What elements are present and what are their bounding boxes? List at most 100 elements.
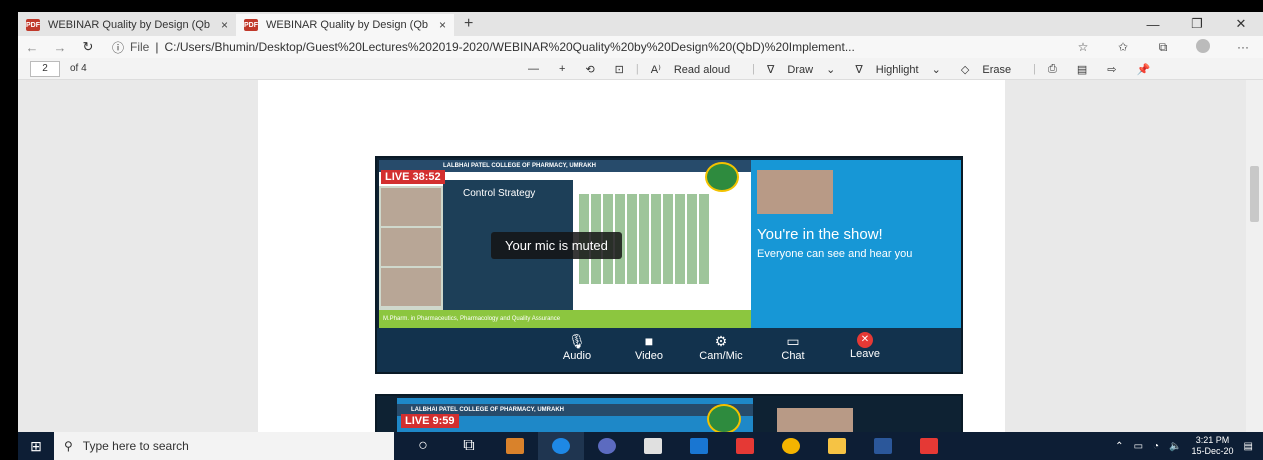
gear-icon: ⚙ bbox=[714, 333, 728, 349]
word-icon[interactable] bbox=[860, 432, 906, 460]
pin-icon[interactable]: 📌 bbox=[1126, 63, 1160, 76]
close-tab-button[interactable]: × bbox=[439, 18, 446, 32]
share-icon[interactable]: ⇨ bbox=[1097, 63, 1126, 76]
browser-window: PDF WEBINAR Quality by Design (Qb × PDF WEB… bbox=[18, 12, 1263, 432]
task-view-icon[interactable]: ⧉ bbox=[446, 432, 492, 460]
tab-title: WEBINAR Quality by Design (Qb bbox=[266, 19, 428, 31]
url-separator: | bbox=[155, 40, 159, 54]
scrollbar-thumb[interactable] bbox=[1250, 166, 1259, 222]
clock[interactable]: 3:21 PM 15-Dec-20 bbox=[1192, 435, 1234, 457]
meeting-screenshot-1: LALBHAI PATEL COLLEGE OF PHARMACY, UMRAK… bbox=[375, 156, 963, 374]
fit-page-icon[interactable]: ⊡ bbox=[605, 63, 634, 76]
draw-button[interactable]: ∇ Draw ⌄ bbox=[757, 63, 845, 76]
leave-button[interactable]: ✕ Leave bbox=[836, 328, 894, 372]
chat-label: Chat bbox=[781, 350, 805, 362]
acrobat-icon[interactable] bbox=[722, 432, 768, 460]
live-timer-2: LIVE 9:59 bbox=[401, 414, 459, 428]
minimize-button[interactable]: — bbox=[1131, 17, 1175, 32]
video-button[interactable]: ■ Video bbox=[620, 328, 678, 372]
pdf-reader-icon[interactable] bbox=[906, 432, 952, 460]
battery-icon[interactable]: ▭ bbox=[1134, 441, 1143, 452]
slide-title: Control Strategy bbox=[463, 188, 536, 199]
leave-icon: ✕ bbox=[857, 332, 873, 348]
mic-muted-toast: Your mic is muted bbox=[491, 232, 622, 259]
profile-icon[interactable] bbox=[1183, 38, 1223, 56]
chat-button[interactable]: ▭ Chat bbox=[764, 328, 822, 372]
show-title: You're in the show! bbox=[757, 226, 883, 243]
refresh-icon[interactable]: ↻ bbox=[74, 39, 102, 55]
notifications-icon[interactable]: ▤ bbox=[1244, 441, 1253, 452]
erase-button[interactable]: ◇ Erase bbox=[951, 63, 1031, 76]
favorite-star-icon[interactable]: ☆ bbox=[1063, 40, 1103, 54]
self-camera-2 bbox=[777, 408, 853, 432]
page-number-input[interactable]: 2 bbox=[30, 60, 60, 77]
vertical-scrollbar[interactable] bbox=[1246, 80, 1263, 432]
tab-1[interactable]: PDF WEBINAR Quality by Design (Qb × bbox=[18, 14, 236, 36]
windows-start-icon[interactable]: ⊞ bbox=[18, 438, 54, 455]
live-timer: LIVE 38:52 bbox=[381, 170, 445, 184]
participant-thumbnails bbox=[379, 186, 443, 310]
close-tab-button[interactable]: × bbox=[221, 18, 228, 32]
volume-icon[interactable]: 🔈 bbox=[1169, 441, 1181, 452]
url-text: C:/Users/Bhumin/Desktop/Guest%20Lectures… bbox=[164, 40, 855, 54]
show-hidden-icon[interactable]: ⌃ bbox=[1115, 441, 1123, 452]
zoom-out-icon[interactable]: — bbox=[518, 63, 549, 75]
tab-2[interactable]: PDF WEBINAR Quality by Design (Qb × bbox=[236, 14, 454, 36]
search-placeholder: Type here to search bbox=[82, 439, 189, 453]
url-field[interactable]: ⓘ File | C:/Users/Bhumin/Desktop/Guest%20Le… bbox=[112, 39, 1063, 56]
address-bar: ← → ↻ ⓘ File | C:/Users/Bhumin/Desktop/Gues… bbox=[18, 36, 1263, 58]
tab-bar: PDF WEBINAR Quality by Design (Qb × PDF WEB… bbox=[18, 12, 1263, 36]
pdf-toolbar: 2 of 4 — + ⟲ ⊡ | A⁾ Read aloud | ∇ Draw … bbox=[18, 58, 1263, 80]
taskbar-search[interactable]: ⚲ Type here to search bbox=[54, 432, 394, 460]
search-icon: ⚲ bbox=[64, 439, 73, 453]
cortana-icon[interactable]: ○ bbox=[400, 432, 446, 460]
collections-icon[interactable]: ⧉ bbox=[1143, 40, 1183, 55]
chat-icon: ▭ bbox=[786, 333, 800, 349]
forward-icon[interactable]: → bbox=[46, 40, 74, 55]
print-icon[interactable]: ⎙ bbox=[1038, 63, 1067, 76]
close-window-button[interactable]: ✕ bbox=[1219, 16, 1263, 32]
new-tab-button[interactable]: + bbox=[454, 15, 483, 33]
page-count: of 4 bbox=[70, 63, 87, 74]
store-icon[interactable] bbox=[630, 432, 676, 460]
meeting-screenshot-2: LALBHAI PATEL COLLEGE OF PHARMACY, UMRAK… bbox=[375, 394, 963, 432]
slide-footer: M.Pharm. in Pharmaceutics, Pharmacology … bbox=[379, 310, 751, 328]
pdf-viewport: LALBHAI PATEL COLLEGE OF PHARMACY, UMRAK… bbox=[18, 80, 1246, 432]
read-aloud-label: Read aloud bbox=[673, 63, 731, 76]
video-label: Video bbox=[635, 350, 663, 362]
save-icon[interactable]: ▤ bbox=[1067, 63, 1097, 76]
cam-mic-button[interactable]: ⚙ Cam/Mic bbox=[692, 328, 750, 372]
back-icon[interactable]: ← bbox=[18, 40, 46, 55]
shared-slide: LALBHAI PATEL COLLEGE OF PHARMACY, UMRAK… bbox=[379, 160, 751, 328]
file-label: File bbox=[130, 40, 150, 54]
show-subtitle: Everyone can see and hear you bbox=[757, 248, 913, 260]
wifi-icon[interactable]: ◔ bbox=[1153, 441, 1159, 452]
college-logo bbox=[705, 162, 739, 192]
show-panel: You're in the show! Everyone can see and… bbox=[751, 160, 961, 328]
taskbar-apps: ○ ⧉ bbox=[400, 432, 952, 460]
favorites-icon[interactable]: ✩ bbox=[1103, 40, 1143, 54]
rotate-icon[interactable]: ⟲ bbox=[575, 63, 604, 76]
audio-button[interactable]: 🎙 Audio bbox=[548, 328, 606, 372]
menu-icon[interactable]: ··· bbox=[1223, 40, 1263, 54]
highlight-label: Highlight bbox=[875, 63, 919, 76]
leave-label: Leave bbox=[850, 348, 880, 360]
edge-icon[interactable] bbox=[538, 432, 584, 460]
mail-icon[interactable] bbox=[676, 432, 722, 460]
info-icon: ⓘ bbox=[112, 40, 125, 55]
zoom-in-icon[interactable]: + bbox=[549, 63, 575, 75]
college-logo-2 bbox=[707, 404, 741, 432]
highlight-button[interactable]: ∇ Highlight ⌄ bbox=[845, 63, 951, 76]
mic-muted-icon: 🎙 bbox=[568, 333, 586, 349]
clock-time: 3:21 PM bbox=[1195, 435, 1230, 445]
camera-icon: ■ bbox=[644, 333, 654, 349]
file-explorer-icon[interactable] bbox=[814, 432, 860, 460]
taskbar: ⊞ ⚲ Type here to search ○ ⧉ ⌃ ▭ ◔ 🔈 3:21 … bbox=[18, 432, 1263, 460]
read-aloud-button[interactable]: A⁾ Read aloud bbox=[641, 63, 750, 76]
app-icon[interactable] bbox=[584, 432, 630, 460]
chrome-icon[interactable] bbox=[768, 432, 814, 460]
self-camera bbox=[757, 170, 833, 214]
media-app-icon[interactable] bbox=[492, 432, 538, 460]
restore-button[interactable]: ❐ bbox=[1175, 16, 1219, 32]
meeting-controls: 🎙 Audio ■ Video ⚙ Cam/Mic ▭ Chat ✕ Leave bbox=[377, 328, 961, 372]
